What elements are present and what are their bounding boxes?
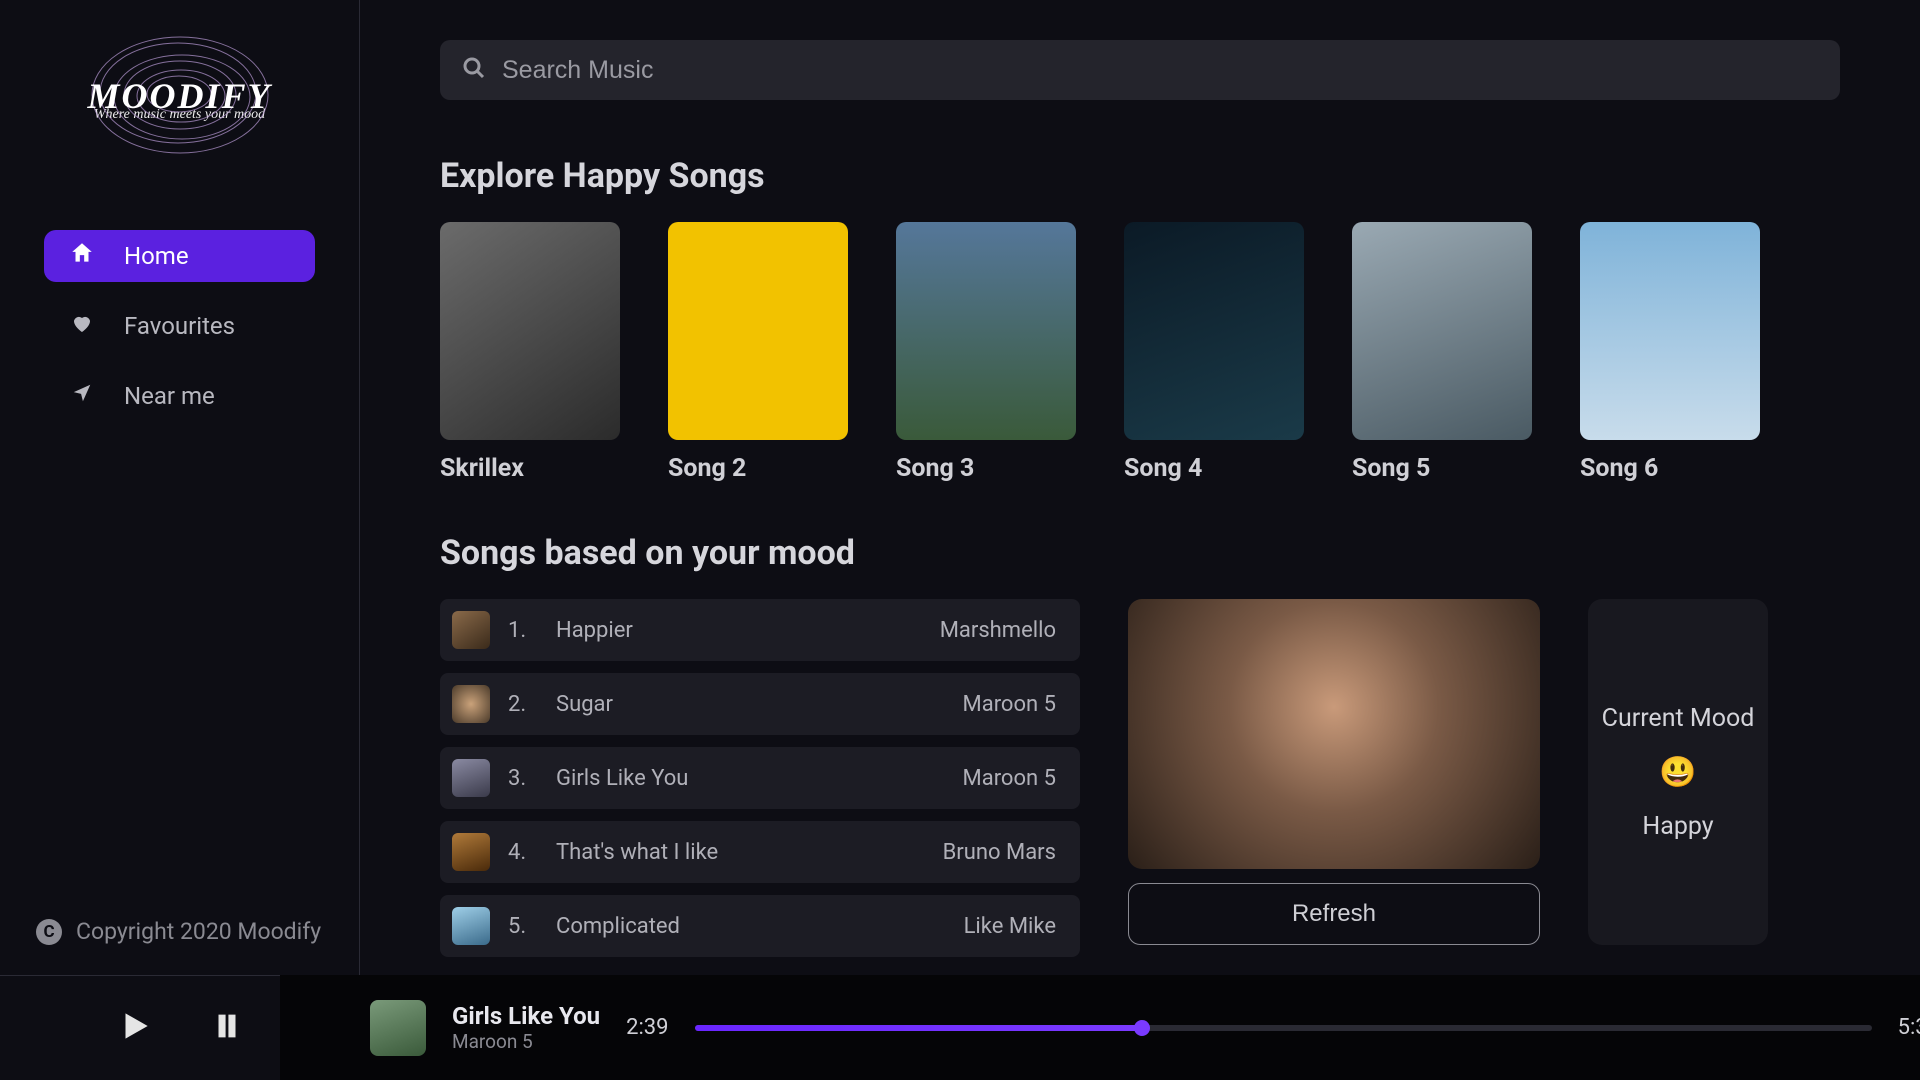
elapsed-time: 2:39 <box>626 1015 668 1040</box>
now-playing-artwork <box>370 1000 426 1056</box>
now-playing-meta: Girls Like You Maroon 5 <box>452 1002 600 1053</box>
total-time: 5:32 <box>1898 1015 1920 1040</box>
song-card[interactable]: Song 2 <box>668 222 848 483</box>
song-name: Sugar <box>556 692 613 717</box>
progress-knob[interactable] <box>1134 1020 1150 1036</box>
song-artist: Maroon 5 <box>963 766 1056 791</box>
song-row[interactable]: 1. Happier Marshmello <box>440 599 1080 661</box>
pause-button[interactable] <box>210 1009 244 1047</box>
camera-preview <box>1128 599 1540 869</box>
song-artwork <box>440 222 620 440</box>
explore-cards: Skrillex Song 2 Song 3 Song 4 Song 5 Son… <box>440 222 1840 483</box>
song-row[interactable]: 4. That's what I like Bruno Mars <box>440 821 1080 883</box>
explore-heading: Explore Happy Songs <box>440 156 1840 196</box>
song-card[interactable]: Song 3 <box>896 222 1076 483</box>
song-thumb <box>452 907 490 945</box>
logo-graphic: MOODIFY Where music meets your mood <box>90 30 270 160</box>
location-arrow-icon <box>68 382 96 410</box>
song-name: Complicated <box>556 914 680 939</box>
song-card-title: Song 6 <box>1580 454 1760 483</box>
song-artist: Bruno Mars <box>943 840 1056 865</box>
sidebar-item-label: Near me <box>124 382 215 410</box>
sidebar-item-home[interactable]: Home <box>44 230 315 282</box>
song-row[interactable]: 5. Complicated Like Mike <box>440 895 1080 957</box>
song-name: Happier <box>556 618 633 643</box>
sidebar-item-label: Favourites <box>124 312 235 340</box>
song-card-title: Song 2 <box>668 454 848 483</box>
search-input[interactable] <box>502 56 1818 85</box>
progress-bar[interactable] <box>695 1025 1872 1031</box>
main-content: Explore Happy Songs Skrillex Song 2 Song… <box>360 0 1920 1080</box>
search-bar[interactable] <box>440 40 1840 100</box>
song-artwork <box>1124 222 1304 440</box>
song-artist: Maroon 5 <box>963 692 1056 717</box>
mood-song-list: 1. Happier Marshmello 2. Sugar Maroon 5 … <box>440 599 1080 957</box>
now-playing-artist: Maroon 5 <box>452 1030 600 1053</box>
song-thumb <box>452 833 490 871</box>
song-thumb <box>452 611 490 649</box>
current-mood-label: Current Mood <box>1602 704 1755 733</box>
song-artist: Marshmello <box>940 618 1056 643</box>
copyright-icon: C <box>36 919 62 945</box>
now-playing-bar: Girls Like You Maroon 5 2:39 5:32 <box>280 975 1920 1080</box>
camera-column: Refresh <box>1128 599 1540 957</box>
song-index: 3. <box>508 766 542 791</box>
sidebar-item-favourites[interactable]: Favourites <box>44 300 315 352</box>
progress-fill <box>695 1025 1142 1031</box>
song-index: 4. <box>508 840 542 865</box>
mood-heading: Songs based on your mood <box>440 533 1840 573</box>
current-mood-value: Happy <box>1642 812 1713 841</box>
refresh-button[interactable]: Refresh <box>1128 883 1540 945</box>
copyright: C Copyright 2020 Moodify <box>0 918 359 975</box>
song-index: 2. <box>508 692 542 717</box>
song-card[interactable]: Skrillex <box>440 222 620 483</box>
home-icon <box>68 240 96 272</box>
mood-emoji-icon: 😃 <box>1659 755 1696 790</box>
play-button[interactable] <box>116 1007 154 1049</box>
now-playing-title: Girls Like You <box>452 1002 600 1030</box>
sidebar-nav: Home Favourites Near me <box>0 230 359 422</box>
sidebar-item-label: Home <box>124 242 189 270</box>
mood-area: 1. Happier Marshmello 2. Sugar Maroon 5 … <box>440 599 1840 957</box>
song-artwork <box>896 222 1076 440</box>
current-mood-panel: Current Mood 😃 Happy <box>1588 599 1768 945</box>
sidebar-item-near-me[interactable]: Near me <box>44 370 315 422</box>
song-card[interactable]: Song 5 <box>1352 222 1532 483</box>
app-logo: MOODIFY Where music meets your mood <box>0 30 359 160</box>
song-card[interactable]: Song 4 <box>1124 222 1304 483</box>
song-row[interactable]: 2. Sugar Maroon 5 <box>440 673 1080 735</box>
song-thumb <box>452 685 490 723</box>
search-icon <box>462 56 486 84</box>
heart-icon <box>68 311 96 341</box>
song-artwork <box>1580 222 1760 440</box>
song-artwork <box>1352 222 1532 440</box>
song-index: 5. <box>508 914 542 939</box>
song-card-title: Song 3 <box>896 454 1076 483</box>
song-card[interactable]: Song 6 <box>1580 222 1760 483</box>
copyright-text: Copyright 2020 Moodify <box>76 918 321 945</box>
sidebar: MOODIFY Where music meets your mood Home… <box>0 0 360 1080</box>
song-row[interactable]: 3. Girls Like You Maroon 5 <box>440 747 1080 809</box>
song-card-title: Song 5 <box>1352 454 1532 483</box>
song-thumb <box>452 759 490 797</box>
song-card-title: Skrillex <box>440 454 620 483</box>
song-artist: Like Mike <box>964 914 1056 939</box>
song-index: 1. <box>508 618 542 643</box>
logo-text: MOODIFY <box>88 75 272 117</box>
song-artwork <box>668 222 848 440</box>
song-name: Girls Like You <box>556 766 688 791</box>
song-name: That's what I like <box>556 840 718 865</box>
song-card-title: Song 4 <box>1124 454 1304 483</box>
